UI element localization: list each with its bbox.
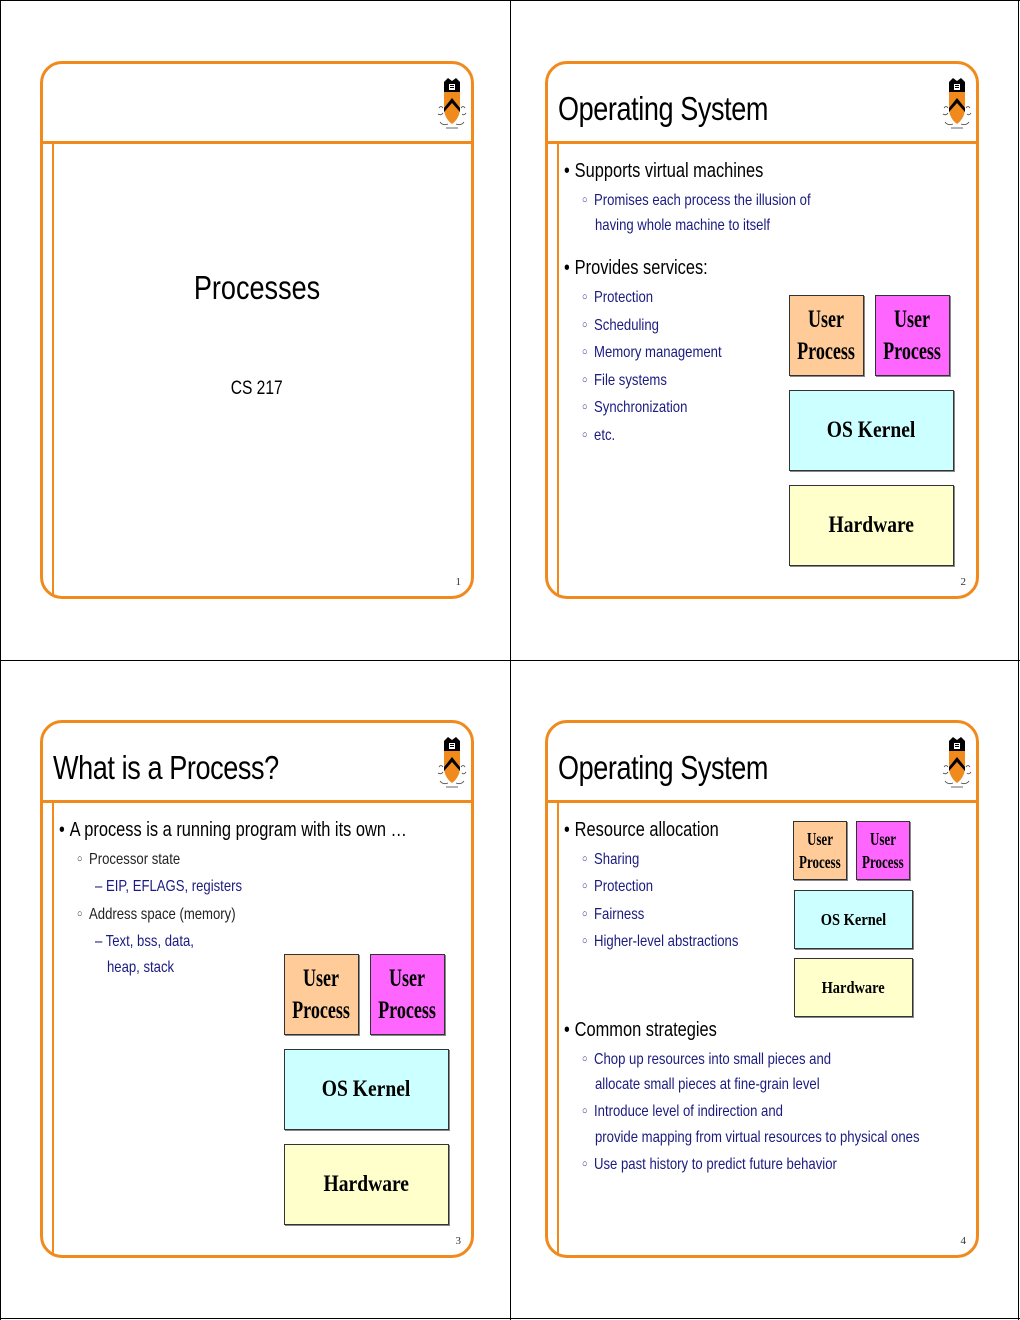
sub-bullet: ○ Protection bbox=[582, 878, 654, 895]
os-kernel-box: OS Kernel bbox=[284, 1049, 449, 1130]
page-number: 2 bbox=[960, 576, 967, 588]
page-number: 1 bbox=[455, 576, 462, 588]
sub-bullet: ○ Memory management bbox=[582, 344, 722, 361]
sub-bullet-continued: having whole machine to itself bbox=[595, 217, 771, 234]
sub-bullet: ○ Sharing bbox=[582, 851, 640, 868]
slide-header-divider bbox=[548, 800, 976, 803]
sub-bullet: ○ File systems bbox=[582, 372, 667, 389]
user-process-box: User Process bbox=[793, 821, 847, 880]
sub-sub-bullet-continued: heap, stack bbox=[107, 959, 175, 976]
sub-bullet: ○ Processor state bbox=[77, 851, 181, 868]
sub-sub-bullet: – EIP, EFLAGS, registers bbox=[95, 878, 243, 895]
sub-bullet: ○ Address space (memory) bbox=[77, 906, 236, 923]
os-kernel-box: OS Kernel bbox=[794, 890, 913, 949]
slide-header-divider bbox=[548, 141, 976, 144]
slide-2: Operating System • Supports virtual machi… bbox=[545, 61, 979, 599]
sub-bullet: ○ Use past history to predict future beha… bbox=[582, 1156, 837, 1173]
sub-bullet: ○ Protection bbox=[582, 289, 654, 306]
slide-title: Processes bbox=[193, 269, 321, 306]
bullet: • Supports virtual machines bbox=[564, 160, 764, 182]
princeton-shield-icon bbox=[436, 737, 468, 795]
user-process-box: User Process bbox=[856, 821, 910, 880]
bullet: • Resource allocation bbox=[564, 819, 719, 841]
princeton-shield-icon bbox=[941, 78, 973, 136]
user-process-box: User Process bbox=[789, 295, 864, 376]
os-kernel-box: OS Kernel bbox=[789, 390, 954, 471]
slide-side-rule bbox=[557, 144, 559, 596]
slide-side-rule bbox=[557, 803, 559, 1255]
slide-side-rule bbox=[52, 144, 54, 596]
slide-subtitle: CS 217 bbox=[231, 378, 283, 399]
bullet: • A process is a running program with its… bbox=[59, 819, 407, 841]
page-number: 4 bbox=[960, 1235, 967, 1247]
user-process-box: User Process bbox=[284, 954, 359, 1035]
sub-bullet: ○ Promises each process the illusion of bbox=[582, 192, 811, 209]
user-process-box: User Process bbox=[875, 295, 950, 376]
hardware-box: Hardware bbox=[789, 485, 954, 566]
slide-title: Operating System bbox=[558, 90, 769, 127]
slide-title: Operating System bbox=[558, 749, 769, 786]
slide-header-divider bbox=[43, 141, 471, 144]
sub-bullet-continued: allocate small pieces at fine-grain leve… bbox=[595, 1076, 820, 1093]
bullet: • Provides services: bbox=[564, 257, 708, 279]
sub-bullet: ○ Scheduling bbox=[582, 317, 659, 334]
hardware-box: Hardware bbox=[284, 1144, 449, 1225]
slide-header-divider bbox=[43, 800, 471, 803]
sub-bullet: ○ Synchronization bbox=[582, 399, 688, 416]
princeton-shield-icon bbox=[941, 737, 973, 795]
sub-bullet: ○ etc. bbox=[582, 427, 616, 444]
slide-side-rule bbox=[52, 803, 54, 1255]
user-process-box: User Process bbox=[370, 954, 445, 1035]
sub-bullet: ○ Introduce level of indirection and bbox=[582, 1103, 783, 1120]
slide-3: What is a Process? • A process is a runni… bbox=[40, 720, 474, 1258]
slide-1: Processes CS 217 1 bbox=[40, 61, 474, 599]
princeton-shield-icon bbox=[436, 78, 468, 136]
hardware-box: Hardware bbox=[794, 958, 913, 1017]
sub-bullet-continued: provide mapping from virtual resources t… bbox=[595, 1129, 920, 1146]
sub-bullet: ○ Fairness bbox=[582, 906, 645, 923]
bullet: • Common strategies bbox=[564, 1019, 717, 1041]
sub-bullet: ○ Higher-level abstractions bbox=[582, 933, 739, 950]
sub-sub-bullet: – Text, bss, data, bbox=[95, 933, 194, 950]
page-number: 3 bbox=[455, 1235, 462, 1247]
grid-divider-horizontal bbox=[0, 660, 1020, 661]
slide-4: Operating System • Resource allocation ○ S… bbox=[545, 720, 979, 1258]
sub-bullet: ○ Chop up resources into small pieces and bbox=[582, 1051, 832, 1068]
slide-title: What is a Process? bbox=[53, 749, 279, 786]
